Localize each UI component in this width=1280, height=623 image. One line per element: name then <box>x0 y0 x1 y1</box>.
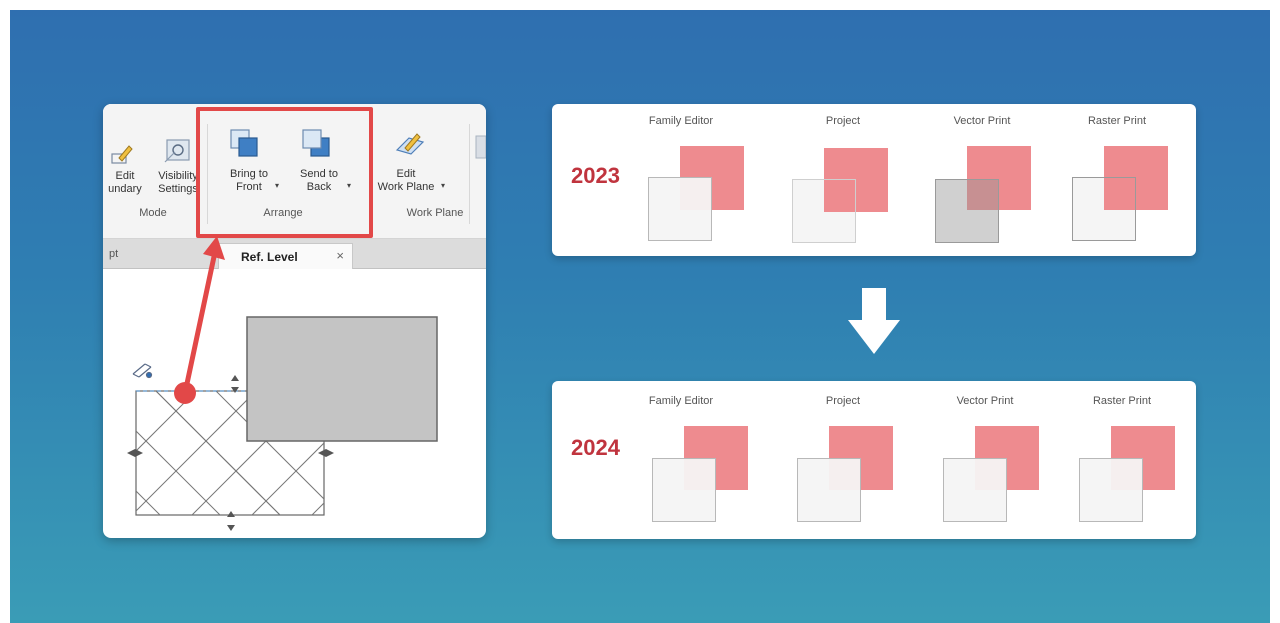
column-label: Vector Print <box>956 395 1014 407</box>
white-square-outline <box>792 179 856 243</box>
white-square <box>652 458 716 522</box>
white-square <box>1079 458 1143 522</box>
column-label: Project <box>825 115 861 127</box>
revit-screenshot-card: Edit undary Visibility Settings Mode Bri… <box>103 104 486 538</box>
column-label: Vector Print <box>953 115 1011 127</box>
gray-square <box>935 179 999 243</box>
pointer-arrow <box>174 236 225 404</box>
column-label: Family Editor <box>648 115 714 127</box>
column-label: Raster Print <box>1092 395 1152 407</box>
down-arrow-icon <box>848 288 900 354</box>
year-label: 2023 <box>571 163 620 188</box>
white-square <box>797 458 861 522</box>
column-label: Family Editor <box>648 395 714 407</box>
white-square <box>943 458 1007 522</box>
white-square-outline <box>1072 177 1136 241</box>
year-label: 2024 <box>571 435 620 460</box>
column-label: Raster Print <box>1087 115 1147 127</box>
panel-2024: 2024 Family Editor Project Vector Print … <box>552 381 1196 539</box>
panel-2023: 2023 Family Editor Project Vector Print … <box>552 104 1196 256</box>
column-label: Project <box>825 395 861 407</box>
white-square <box>648 177 712 241</box>
